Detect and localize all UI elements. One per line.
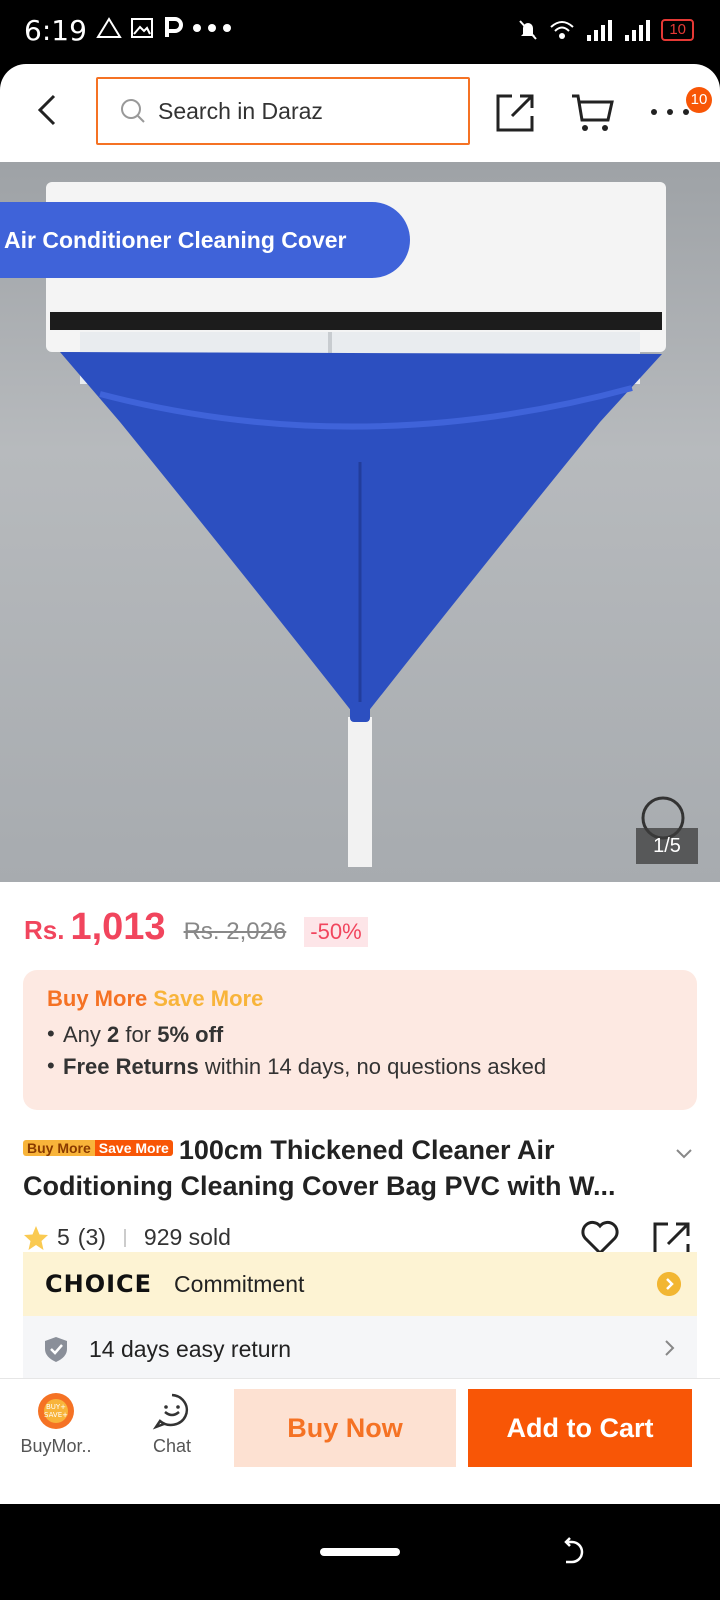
chevron-right-icon xyxy=(665,1340,675,1356)
product-title[interactable]: Buy More Save More 100cm Thickened Cleaner… xyxy=(23,1132,663,1204)
chat-icon xyxy=(152,1393,189,1430)
star-icon xyxy=(24,1225,48,1250)
app-screen: Search in Daraz 10 Air Conditioner Clean… xyxy=(0,64,720,1504)
status-time: 6:19 xyxy=(24,14,87,47)
price-original: Rs. 2,026 xyxy=(183,918,287,945)
promo-line-2: Free Returns within 14 days, no question… xyxy=(47,1053,673,1080)
status-system-icons: 10 xyxy=(517,18,694,42)
more-notifications-icon xyxy=(193,24,231,32)
choice-commitment-row[interactable]: CHOICE Commitment xyxy=(23,1252,697,1316)
discount-badge: -50% xyxy=(304,917,368,947)
search-placeholder: Search in Daraz xyxy=(158,97,323,124)
system-nav-bar xyxy=(0,1504,720,1600)
image-icon xyxy=(131,18,153,38)
returns-row[interactable]: 14 days easy return xyxy=(23,1316,697,1382)
back-arrow-icon[interactable] xyxy=(28,90,68,130)
promo-line1-mid: for xyxy=(125,1022,152,1047)
image-counter: 1/5 xyxy=(636,828,698,864)
header: Search in Daraz 10 xyxy=(0,64,720,162)
product-image-gallery[interactable]: Air Conditioner Cleaning Cover 1/5 xyxy=(0,162,720,882)
rotate-icon[interactable] xyxy=(556,1536,588,1568)
buy-now-button[interactable]: Buy Now xyxy=(234,1389,456,1467)
signal-2-icon xyxy=(625,20,651,41)
promo-line2-rest: within 14 days, no questions asked xyxy=(204,1054,547,1079)
chevron-right-icon xyxy=(657,1272,681,1296)
chevron-down-icon[interactable] xyxy=(674,1144,694,1164)
buymore-button[interactable]: BUY+ SAVE+ BuyMor.. xyxy=(14,1391,98,1457)
add-to-cart-button[interactable]: Add to Cart xyxy=(468,1389,692,1467)
p-app-icon xyxy=(165,17,183,37)
battery-indicator: 10 xyxy=(661,19,694,41)
warning-icon xyxy=(96,17,122,38)
promo-line1-off: 5% off xyxy=(157,1022,224,1047)
rating-value: 5 xyxy=(57,1224,70,1250)
bottom-action-bar: BUY+ SAVE+ BuyMor.. Chat Buy Now Add to C… xyxy=(0,1378,720,1474)
chat-label: Chat xyxy=(152,1436,192,1456)
mute-icon xyxy=(519,20,538,40)
search-icon xyxy=(121,99,145,123)
returns-text: 14 days easy return xyxy=(89,1335,292,1362)
price-currency: Rs. xyxy=(24,915,65,945)
tag-buy-more: Buy More xyxy=(23,1139,95,1156)
promo-title-a: Buy More xyxy=(47,986,148,1011)
signal-icon xyxy=(587,20,613,41)
promo-line1-prefix: Any xyxy=(63,1022,101,1047)
image-banner: Air Conditioner Cleaning Cover xyxy=(0,202,410,278)
buymore-label: BuyMor.. xyxy=(20,1436,92,1456)
shield-check-icon xyxy=(45,1337,67,1362)
tag-save-more: Save More xyxy=(94,1139,173,1156)
buy-more-tag: Buy More Save More xyxy=(23,1137,173,1159)
promo-card[interactable]: Buy MoreSave More Any 2 for 5% off Free … xyxy=(23,970,697,1110)
choice-text: Commitment xyxy=(174,1270,305,1297)
share-icon[interactable] xyxy=(494,90,538,134)
status-bar: 6:19 10 xyxy=(0,0,720,64)
review-count[interactable]: (3) xyxy=(78,1224,106,1251)
menu-badge: 10 xyxy=(686,87,712,113)
promo-title-b: Save More xyxy=(153,986,264,1011)
search-input[interactable]: Search in Daraz xyxy=(96,77,470,145)
promo-line2-bold: Free Returns xyxy=(63,1054,199,1079)
price-current: 1,013 xyxy=(70,906,166,948)
buymore-icon: BUY+SAVE+ xyxy=(38,1393,74,1429)
svg-text:SAVE+: SAVE+ xyxy=(44,1411,68,1419)
choice-logo: CHOICE xyxy=(45,1270,153,1298)
status-notification-icons xyxy=(96,16,232,40)
promo-title: Buy More Save More xyxy=(47,986,673,1012)
wifi-icon xyxy=(550,21,574,39)
divider xyxy=(123,1228,126,1247)
promo-line-1: Any 2 for 5% off xyxy=(47,1021,673,1048)
sold-count: 929 sold xyxy=(143,1224,231,1250)
cart-icon[interactable] xyxy=(570,90,614,134)
chat-button[interactable]: Chat xyxy=(130,1391,214,1457)
heart-icon[interactable] xyxy=(580,1220,620,1256)
home-gesture-pill[interactable] xyxy=(320,1548,400,1556)
promo-line1-qty: 2 xyxy=(107,1022,120,1047)
price-row: Rs. 1,013 Rs. 2,026 -50% xyxy=(24,906,368,949)
svg-text:BUY+: BUY+ xyxy=(46,1403,66,1411)
